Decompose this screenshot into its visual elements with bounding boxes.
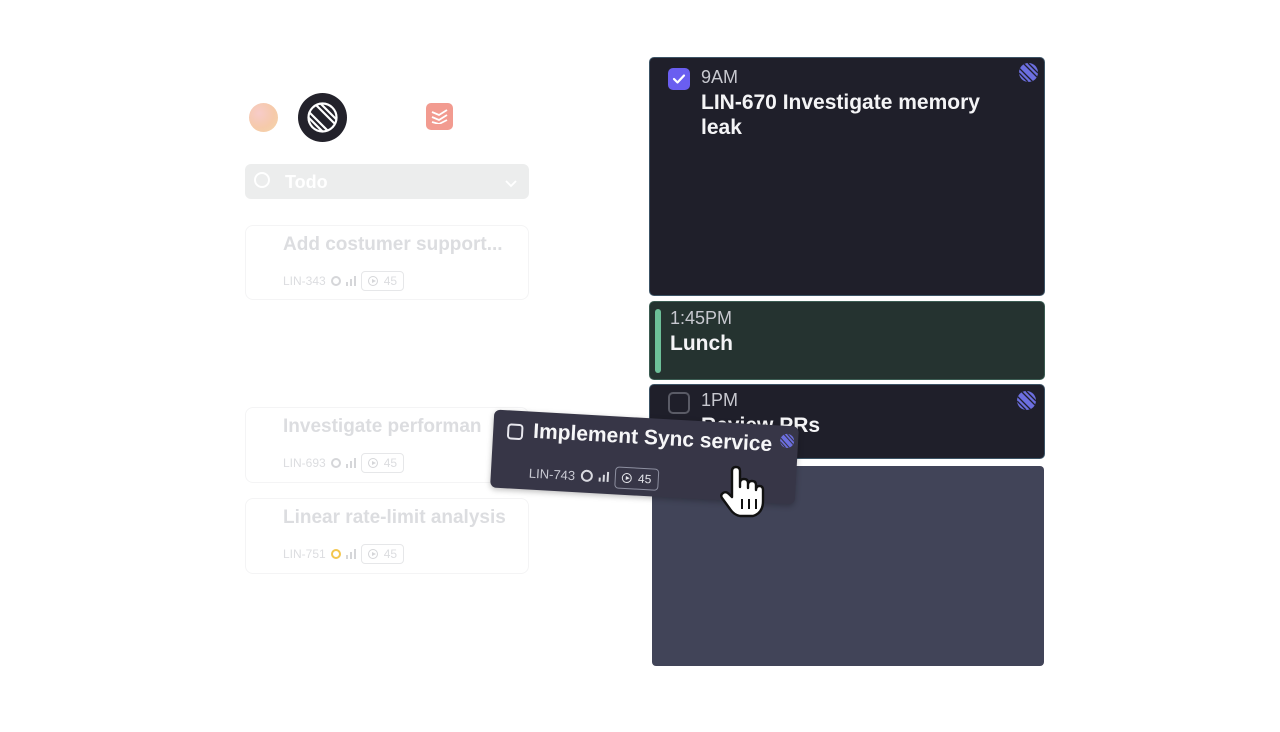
issue-title: Investigate performan [283, 416, 482, 437]
linear-badge-icon [779, 433, 795, 449]
task-checkbox[interactable] [506, 423, 524, 441]
issue-title: Implement Sync service [532, 419, 773, 457]
in-progress-status-icon [330, 549, 341, 559]
event-title: LIN-670 Investigate memory leak [701, 91, 980, 139]
event-color-accent [655, 309, 661, 373]
priority-bars-icon [345, 549, 356, 559]
todo-status-icon [580, 469, 594, 483]
linear-logo-icon[interactable] [298, 93, 347, 142]
issue-id: LIN-743 [528, 465, 576, 483]
todo-status-icon [330, 458, 341, 468]
play-circle-icon [367, 276, 378, 286]
play-circle-icon [367, 458, 378, 468]
play-circle-icon [367, 549, 378, 559]
priority-bars-icon [345, 458, 356, 468]
task-checkbox[interactable] [668, 68, 690, 90]
estimate-badge: 45 [360, 271, 405, 291]
linear-badge-icon [1019, 63, 1038, 82]
estimate-value: 45 [637, 471, 652, 487]
task-checkbox[interactable] [668, 392, 690, 414]
play-circle-icon [621, 472, 633, 484]
estimate-badge: 45 [360, 453, 405, 473]
issue-card[interactable]: Investigate performan LIN-693 45 [245, 407, 529, 483]
estimate-value: 45 [383, 547, 398, 561]
event-title: Lunch [670, 332, 733, 355]
hand-cursor-icon [718, 465, 766, 524]
priority-bars-icon [598, 471, 610, 483]
status-filter-label: Todo [285, 172, 328, 192]
event-time: 1PM [701, 390, 739, 410]
calendar-event[interactable]: 9AM LIN-670 Investigate memory leak [649, 57, 1045, 296]
status-filter-select[interactable]: Todo [245, 164, 529, 199]
issue-title: Add costumer support... [283, 234, 503, 255]
estimate-badge: 45 [614, 466, 659, 491]
issue-card[interactable]: Add costumer support... LIN-343 45 [245, 225, 529, 300]
event-time: 1:45PM [670, 308, 733, 328]
chevron-down-icon [505, 175, 517, 193]
todoist-logo-icon[interactable] [426, 103, 453, 130]
issue-id: LIN-693 [283, 456, 326, 470]
issue-card[interactable]: Linear rate-limit analysis LIN-751 45 [245, 498, 529, 574]
calendar-event[interactable]: 1:45PM Lunch [649, 301, 1045, 380]
event-time: 9AM [701, 67, 739, 87]
estimate-value: 45 [383, 274, 398, 288]
todo-status-icon [254, 172, 270, 188]
gradient-app-icon[interactable] [249, 103, 278, 132]
estimate-badge: 45 [360, 544, 405, 564]
linear-badge-icon [1017, 391, 1036, 410]
issue-id: LIN-751 [283, 547, 326, 561]
issue-id: LIN-343 [283, 274, 326, 288]
issue-title: Linear rate-limit analysis [283, 507, 506, 528]
estimate-value: 45 [383, 456, 398, 470]
priority-bars-icon [345, 276, 356, 286]
todo-status-icon [330, 276, 341, 286]
checkmark-icon [672, 74, 686, 84]
